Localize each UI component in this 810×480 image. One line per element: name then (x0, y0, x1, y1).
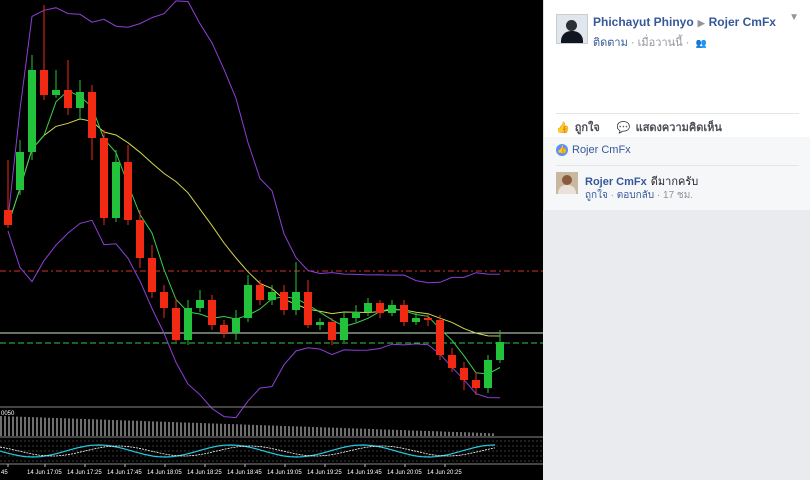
candle-body (292, 292, 300, 310)
candle-body (280, 292, 288, 310)
comment-actions: ถูกใจ · ตอบกลับ · 17 ชม. (585, 188, 693, 203)
candle-body (172, 308, 180, 340)
candle-body (112, 162, 120, 218)
like-summary[interactable]: 👍 Rojer CmFx (556, 144, 631, 156)
divider (556, 113, 799, 114)
moving-average-fast (7, 90, 501, 375)
time-axis-label: 45 (1, 470, 8, 476)
post-card: Phichayut Phinyo ▶ Rojer CmFx ติดตาม · เมื… (543, 0, 810, 210)
candle-body (28, 70, 36, 152)
comment-reply-link[interactable]: ตอบกลับ (617, 190, 654, 201)
time-axis-label: 14 Jun 19:25 (307, 470, 342, 476)
post-time[interactable]: เมื่อวานนี้ (638, 37, 683, 49)
meta-separator-2: · (685, 37, 693, 49)
candle-body (208, 300, 216, 325)
comment-body: ดีมากครับ (650, 176, 699, 188)
candle-body (100, 138, 108, 218)
author-name[interactable]: Phichayut Phinyo (593, 15, 694, 29)
candle-body (136, 220, 144, 258)
chevron-down-icon[interactable]: ▼ (789, 12, 799, 23)
comment-time[interactable]: 17 ชม. (663, 190, 693, 201)
candle-body (40, 70, 48, 95)
post-actions: 👍 ถูกใจ 💬 แสดงความคิดเห็น (556, 118, 736, 136)
candle-body (88, 92, 96, 138)
friends-icon: 👥 (695, 38, 707, 48)
time-axis-label: 14 Jun 18:25 (187, 470, 222, 476)
time-axis-label: 14 Jun 17:25 (67, 470, 102, 476)
time-axis-label: 14 Jun 18:45 (227, 470, 262, 476)
caret-right-icon: ▶ (697, 18, 705, 28)
candle-body (352, 312, 360, 318)
target-name[interactable]: Rojer CmFx (709, 15, 776, 29)
meta-separator: · (630, 37, 638, 49)
author-line: Phichayut Phinyo ▶ Rojer CmFx (593, 15, 776, 29)
time-axis-label: 14 Jun 18:05 (147, 470, 182, 476)
candle-body (484, 360, 492, 388)
like-badge-icon: 👍 (556, 144, 568, 156)
liker-name: Rojer CmFx (572, 144, 631, 156)
comment-like-link[interactable]: ถูกใจ (585, 190, 608, 201)
post-header: Phichayut Phinyo ▶ Rojer CmFx ติดตาม · เมื… (556, 12, 801, 52)
time-axis-label: 14 Jun 20:05 (387, 470, 422, 476)
candle-body (184, 308, 192, 340)
candle-body (460, 368, 468, 380)
facebook-panel: Phichayut Phinyo ▶ Rojer CmFx ติดตาม · เมื… (543, 0, 810, 480)
divider-2 (556, 165, 799, 166)
moving-average-slow (7, 118, 501, 337)
like-label: ถูกใจ (574, 122, 600, 134)
thumbs-up-icon: 👍 (556, 121, 570, 134)
candle-body (244, 285, 252, 318)
comment-button[interactable]: 💬 แสดงความคิดเห็น (617, 118, 722, 136)
candle-body (304, 292, 312, 325)
author-avatar[interactable] (556, 14, 588, 44)
indicator-level-label: 0050 (1, 411, 15, 417)
candle-body (316, 322, 324, 325)
candle-body (400, 305, 408, 322)
candle-body (328, 322, 336, 340)
candle-body (76, 92, 84, 108)
candle-body (340, 318, 348, 340)
commenter-name[interactable]: Rojer CmFx (585, 176, 647, 188)
candle-body (448, 355, 456, 368)
candle-body (496, 342, 504, 360)
candlestick-chart: 0050 45 14 Jun 17:05 14 Jun 17:25 14 Jun 17… (0, 0, 543, 476)
candle-body (376, 303, 384, 313)
trading-chart-panel: 0050 45 14 Jun 17:05 14 Jun 17:25 14 Jun 17… (0, 0, 543, 480)
candle-body (364, 303, 372, 312)
candle-body (124, 162, 132, 220)
candle-body (424, 318, 432, 320)
candle-body (388, 305, 396, 313)
comment-icon: 💬 (616, 121, 631, 134)
time-axis-label: 14 Jun 17:05 (27, 470, 62, 476)
candle-body (220, 325, 228, 333)
candle-body (148, 258, 156, 292)
candle-body (196, 300, 204, 308)
post-meta: ติดตาม · เมื่อวานนี้ · 👥 (593, 33, 707, 51)
follow-link[interactable]: ติดตาม (593, 37, 628, 49)
candle-body (412, 318, 420, 322)
candle-body (52, 90, 60, 95)
candle-body (16, 152, 24, 190)
candle-body (256, 285, 264, 300)
bollinger-upper-band (7, 0, 501, 284)
candle-body (232, 318, 240, 333)
candle-body (64, 90, 72, 108)
candle-body (268, 292, 276, 300)
time-axis-label: 14 Jun 19:05 (267, 470, 302, 476)
comment-label: แสดงความคิดเห็น (635, 122, 722, 134)
candle-body (4, 210, 12, 225)
comments-area: 👍 Rojer CmFx Rojer CmFx ดีมากครับ ถูกใจ ·… (544, 137, 810, 210)
time-axis-label: 14 Jun 19:45 (347, 470, 382, 476)
like-button[interactable]: 👍 ถูกใจ (556, 118, 600, 136)
time-axis-label: 14 Jun 20:25 (427, 470, 462, 476)
candle-body (436, 320, 444, 355)
candle-body (472, 380, 480, 388)
time-axis-label: 14 Jun 17:45 (107, 470, 142, 476)
commenter-avatar[interactable] (556, 172, 578, 194)
candle-body (160, 292, 168, 308)
